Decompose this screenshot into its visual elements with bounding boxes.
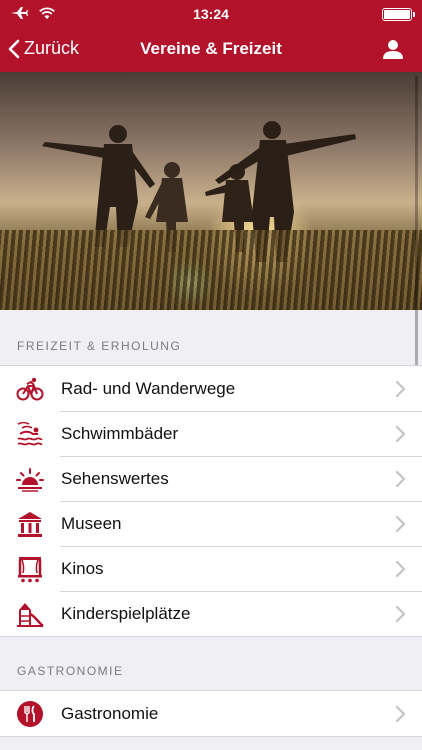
section-header-freizeit: FREIZEIT & ERHOLUNG <box>17 339 182 353</box>
hero-image <box>0 72 422 310</box>
list-item-schwimmbaeder[interactable]: Schwimmbäder <box>0 411 422 456</box>
list-item-sehenswertes[interactable]: Sehenswertes <box>0 456 422 501</box>
chevron-right-icon <box>395 470 406 488</box>
chevron-right-icon <box>395 705 406 723</box>
chevron-right-icon <box>395 425 406 443</box>
status-time: 13:24 <box>193 6 229 22</box>
list-item-label: Kinderspielplätze <box>61 604 191 623</box>
museum-icon <box>18 512 42 537</box>
chevron-right-icon <box>395 560 406 578</box>
restaurant-icon <box>17 701 43 727</box>
list-item-label: Schwimmbäder <box>61 424 179 443</box>
bicycle-icon <box>16 377 44 401</box>
list-item-label: Gastronomie <box>61 704 159 723</box>
list-item-kinos[interactable]: Kinos <box>0 546 422 591</box>
cinema-icon <box>18 557 42 583</box>
playground-icon <box>17 603 44 627</box>
chevron-right-icon <box>395 605 406 623</box>
list-item-rad-wanderwege[interactable]: Rad- und Wanderwege <box>0 366 422 411</box>
list-item-label: Sehenswertes <box>61 469 169 488</box>
navigation-bar: Zurück Vereine & Freizeit <box>0 30 422 72</box>
battery-icon <box>382 8 415 21</box>
list-item-label: Rad- und Wanderwege <box>61 379 236 398</box>
chevron-right-icon <box>395 380 406 398</box>
chevron-right-icon <box>395 515 406 533</box>
list-gastronomie: Gastronomie <box>0 690 422 737</box>
top-bar: 13:24 Zurück Vereine & Freizeit <box>0 0 422 72</box>
list-freizeit: Rad- und Wanderwege Schwimmbäder Sehensw… <box>0 365 422 637</box>
status-bar: 13:24 <box>0 0 422 30</box>
swimming-icon <box>17 421 43 446</box>
list-item-kinderspielplaetze[interactable]: Kinderspielplätze <box>0 591 422 636</box>
page-title: Vereine & Freizeit <box>140 39 282 58</box>
section-header-gastronomie: GASTRONOMIE <box>17 664 124 678</box>
list-item-gastronomie[interactable]: Gastronomie <box>0 691 422 736</box>
list-item-museen[interactable]: Museen <box>0 501 422 546</box>
list-item-label: Kinos <box>61 559 104 578</box>
user-icon[interactable] <box>382 38 404 60</box>
sunset-icon <box>16 468 44 492</box>
list-item-label: Museen <box>61 514 122 533</box>
